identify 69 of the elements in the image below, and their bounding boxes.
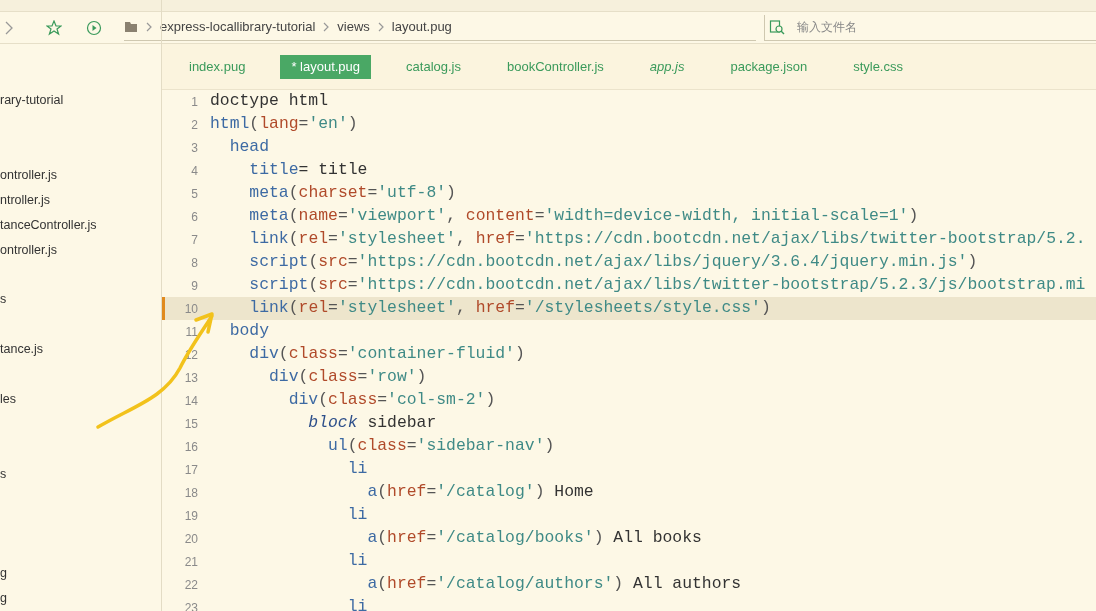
line-number: 13 [183, 369, 198, 387]
code-line: meta(name='viewport', content='width=device-width, initial-scale=1') [248, 205, 919, 228]
star-icon[interactable] [46, 19, 62, 36]
code-line: script(src='https://cdn.bootcdn.net/ajax/libs/twitter-bootstrap/5.2.3/js/bootstrap.mi [248, 274, 1086, 297]
code-line: block sidebar [307, 412, 437, 435]
chevron-icon [323, 22, 330, 32]
tree-item[interactable]: s [0, 290, 7, 310]
change-marker [162, 297, 165, 320]
breadcrumb-item[interactable]: layout.pug [391, 17, 452, 37]
code-line: a(href='/catalog/authors') All authors [366, 573, 742, 596]
code-line: div(class='col-sm-2') [287, 389, 496, 412]
search-field[interactable]: 输入文件名 [797, 18, 997, 36]
line-number: 1 [190, 93, 198, 111]
tree-item[interactable]: g [0, 589, 7, 608]
tree-item[interactable]: ontroller.js [0, 165, 57, 185]
code-line: html(lang='en') [210, 113, 358, 136]
code-line: link(rel='stylesheet', href='/stylesheets/style.css') [248, 297, 771, 320]
line-number: 21 [183, 553, 198, 571]
line-number: 17 [183, 461, 198, 479]
line-number: 19 [183, 507, 198, 525]
line-number: 5 [190, 185, 198, 203]
line-number: 15 [183, 415, 198, 433]
code-line: div(class='container-fluid') [248, 343, 525, 366]
code-line: div(class='row') [268, 366, 427, 389]
tree-item[interactable]: ntroller.js [0, 190, 51, 210]
code-line: li [346, 504, 368, 527]
line-number: 23 [183, 599, 198, 611]
run-icon[interactable] [86, 19, 102, 36]
line-number: 14 [183, 392, 198, 410]
search-icon [769, 19, 785, 35]
code-line: meta(charset='utf-8') [248, 182, 456, 205]
line-number: 18 [183, 484, 198, 502]
code-line: li [346, 596, 368, 611]
forward-icon[interactable] [4, 20, 14, 35]
code-line: a(href='/catalog/books') All books [366, 527, 702, 550]
code-line: doctype html [210, 90, 329, 113]
line-number: 22 [183, 576, 198, 594]
line-number: 10 [183, 300, 198, 318]
code-line: a(href='/catalog') Home [366, 481, 594, 504]
line-number: 3 [190, 139, 198, 157]
line-number: 8 [190, 254, 198, 272]
line-number: 2 [190, 116, 198, 134]
line-number: 20 [183, 530, 198, 548]
code-line: li [346, 458, 368, 481]
tree-item[interactable]: g [0, 564, 7, 584]
line-number: 4 [190, 162, 198, 180]
line-number: 6 [190, 208, 198, 226]
breadcrumb-item[interactable]: express-locallibrary-tutorial [160, 17, 316, 37]
line-number: 16 [183, 438, 198, 456]
tree-item[interactable]: s [0, 464, 7, 484]
tree-item[interactable]: rary-tutorial [0, 91, 64, 110]
line-number: 9 [190, 277, 198, 295]
code-line: head [228, 136, 270, 159]
code-line: title= title [248, 159, 368, 182]
line-number: 7 [190, 231, 198, 249]
line-number: 11 [184, 323, 198, 341]
tree-item[interactable]: tance.js [0, 340, 44, 359]
breadcrumb-item[interactable]: views [337, 17, 370, 37]
tree-item[interactable]: ontroller.js [0, 240, 57, 260]
code-line: body [228, 320, 270, 343]
code-line: script(src='https://cdn.bootcdn.net/ajax/libs/jquery/3.6.4/jquery.min.js') [248, 251, 978, 274]
tree-item[interactable]: tanceController.js [0, 215, 97, 235]
chevron-icon [146, 22, 152, 32]
code-line: li [346, 550, 368, 573]
code-line: link(rel='stylesheet', href='https://cdn.bootcdn.net/ajax/libs/twitter-bootstrap/5.2. [248, 228, 1086, 251]
code-line: ul(class='sidebar-nav') [327, 435, 555, 458]
folder-icon [124, 21, 138, 33]
tree-item[interactable]: les [0, 389, 16, 409]
chevron-icon [377, 22, 384, 32]
